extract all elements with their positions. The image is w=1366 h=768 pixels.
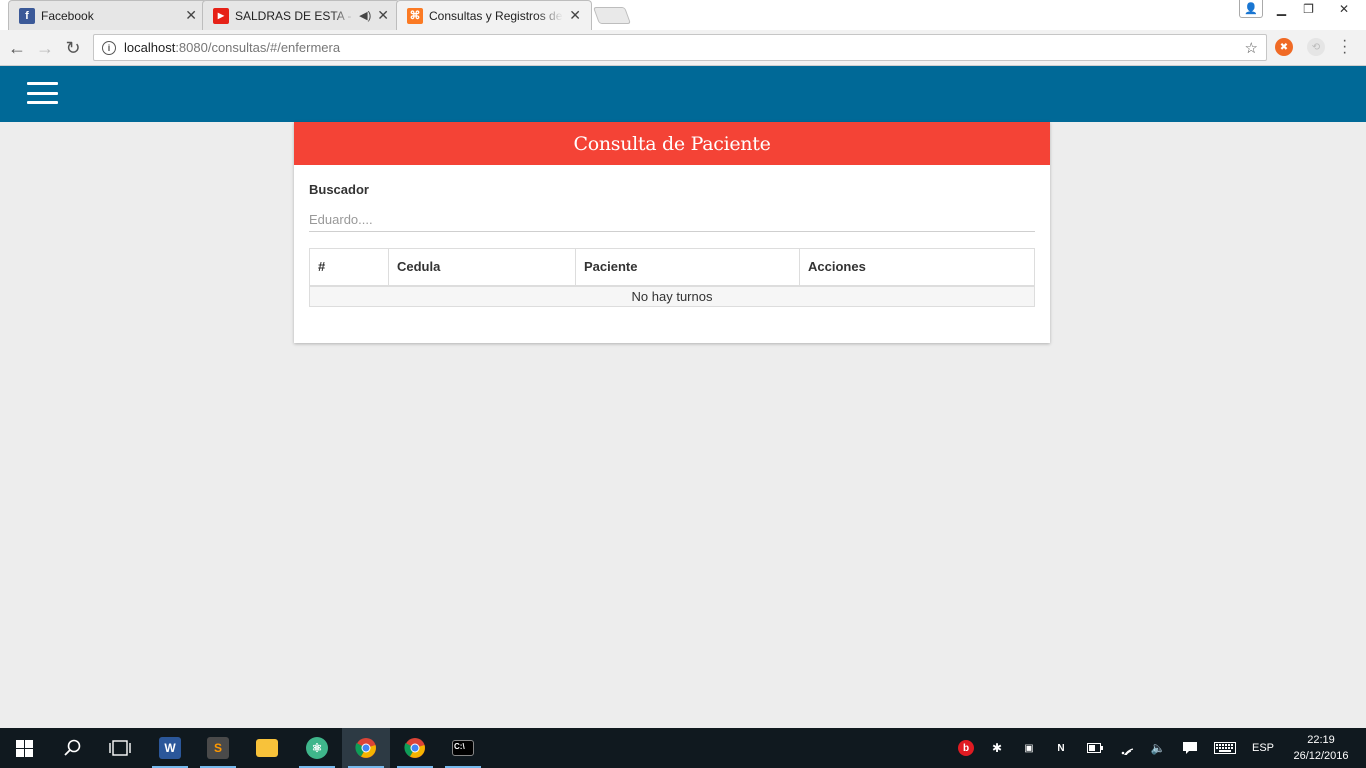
notification-icon[interactable] <box>1178 728 1202 768</box>
browser-tab-consultas[interactable]: ⌘ Consultas y Registros de ✕ <box>396 0 592 30</box>
tab-title: Consultas y Registros de <box>429 8 563 23</box>
battery-icon[interactable] <box>1083 728 1107 768</box>
beats-icon[interactable]: b <box>954 728 978 768</box>
close-icon[interactable]: ✕ <box>377 7 389 24</box>
network-drive-icon[interactable]: ▣ <box>1018 728 1040 768</box>
taskbar: W S ⚛ C:\ b ✱ ▣ N 🔈 ESP 22:19 26/12/2016 <box>0 728 1366 768</box>
reload-icon[interactable]: ↻ <box>61 36 85 60</box>
table-row: No hay turnos <box>309 285 1035 307</box>
bluetooth-icon[interactable]: ✱ <box>987 728 1007 768</box>
close-icon[interactable]: ✕ <box>569 7 581 24</box>
app-header <box>0 66 1366 122</box>
close-window-icon[interactable]: ✕ <box>1322 0 1366 18</box>
extension-icon[interactable]: ⟲ <box>1307 38 1325 56</box>
sublime-icon[interactable]: S <box>194 728 242 768</box>
language-indicator[interactable]: ESP <box>1247 728 1279 768</box>
search-input[interactable] <box>309 208 1035 232</box>
new-tab-button[interactable] <box>592 7 632 24</box>
browser-toolbar: ← → ↻ i localhost:8080/consultas/#/enfer… <box>0 30 1366 66</box>
xampp-icon: ⌘ <box>407 7 423 24</box>
patient-query-card: Consulta de Paciente Buscador # Cedula P… <box>294 122 1050 343</box>
word-icon[interactable]: W <box>146 728 194 768</box>
browser-tab-facebook[interactable]: f Facebook ✕ <box>8 0 208 30</box>
terminal-icon[interactable]: C:\ <box>439 728 487 768</box>
tab-title: SALDRAS DE ESTA - R <box>235 8 356 23</box>
close-icon[interactable]: ✕ <box>185 7 197 24</box>
clock-date: 26/12/2016 <box>1293 750 1349 762</box>
audio-icon[interactable]: ◀) <box>359 9 371 22</box>
onenote-icon[interactable]: N <box>1050 728 1072 768</box>
task-view-icon[interactable] <box>96 728 144 768</box>
browser-tab-youtube[interactable]: ▶ SALDRAS DE ESTA - R ◀) ✕ <box>202 0 400 30</box>
keyboard-icon[interactable] <box>1210 728 1240 768</box>
url-path: :8080/consultas/#/enfermera <box>175 40 341 55</box>
minimize-icon[interactable]: ▁ <box>1268 0 1295 18</box>
window-controls: ▁ ❐ ✕ <box>1268 0 1366 18</box>
restore-icon[interactable]: ❐ <box>1295 0 1322 18</box>
facebook-icon: f <box>19 7 35 24</box>
volume-icon[interactable]: 🔈 <box>1147 728 1169 768</box>
back-icon[interactable]: ← <box>5 36 29 60</box>
browser-tab-strip: f Facebook ✕ ▶ SALDRAS DE ESTA - R ◀) ✕ … <box>0 0 1366 30</box>
column-header-number: # <box>309 248 389 287</box>
url-host: localhost <box>124 40 176 55</box>
column-header-paciente: Paciente <box>575 248 800 287</box>
menu-icon[interactable]: · · · <box>1342 33 1347 61</box>
patients-table: # Cedula Paciente Acciones No hay turnos <box>309 248 1035 307</box>
atom-icon[interactable]: ⚛ <box>293 728 341 768</box>
table-header-row: # Cedula Paciente Acciones <box>309 248 1035 287</box>
wifi-icon[interactable] <box>1116 728 1140 768</box>
youtube-icon: ▶ <box>213 7 229 24</box>
forward-icon[interactable]: → <box>33 36 57 60</box>
chrome-icon[interactable] <box>391 728 439 768</box>
hamburger-icon[interactable] <box>27 82 58 104</box>
empty-message: No hay turnos <box>309 285 1035 307</box>
column-header-cedula: Cedula <box>388 248 576 287</box>
windows-start-icon[interactable] <box>0 728 48 768</box>
system-clock[interactable]: 22:19 26/12/2016 <box>1284 732 1358 764</box>
tab-title: Facebook <box>41 8 94 23</box>
file-explorer-icon[interactable] <box>243 728 291 768</box>
column-header-acciones: Acciones <box>799 248 1035 287</box>
card-title: Consulta de Paciente <box>294 122 1050 165</box>
star-icon[interactable]: ☆ <box>1245 39 1258 57</box>
info-icon[interactable]: i <box>102 40 116 55</box>
clock-time: 22:19 <box>1307 734 1335 746</box>
profile-icon[interactable]: 👤 <box>1239 0 1263 18</box>
address-bar[interactable]: i localhost:8080/consultas/#/enfermera ☆ <box>93 34 1267 61</box>
search-label: Buscador <box>309 182 369 197</box>
search-icon[interactable] <box>48 728 96 768</box>
extension-icon[interactable]: ✖ <box>1275 38 1293 56</box>
chrome-icon[interactable] <box>342 728 390 768</box>
